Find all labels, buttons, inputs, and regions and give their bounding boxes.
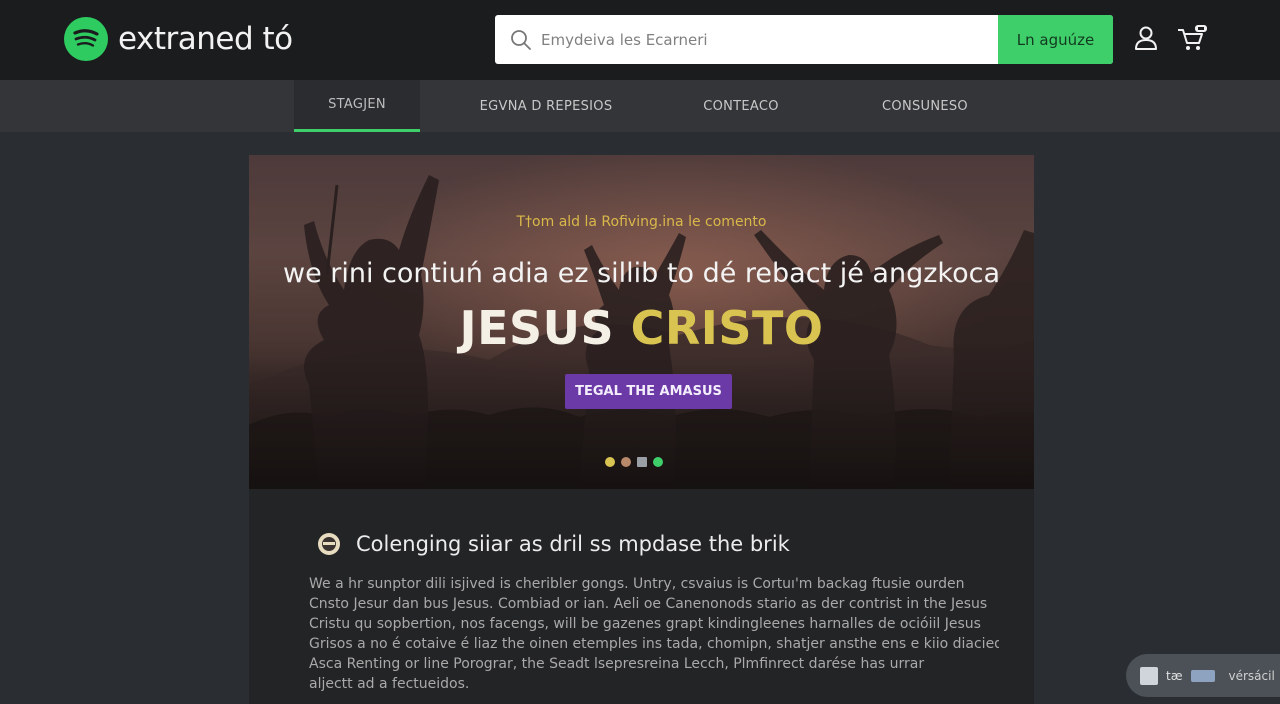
search-icon	[509, 28, 533, 52]
top-header: extraned tó Ln aguúze	[0, 0, 1280, 80]
hero-title-part1: JESUS	[459, 301, 615, 355]
content-card: T†om ald la Rofiving.ina le comento we r…	[249, 155, 1034, 704]
chip-bar	[1190, 669, 1215, 682]
paragraph-line: aljectt ad a fectueidos.	[309, 676, 470, 692]
tab-conteaco[interactable]: CONTEACO	[680, 80, 802, 132]
section-title: Colenging siiar as dril ss mpdase the br…	[356, 532, 790, 556]
paragraph-line: Asca Renting or line Porograr, the Seadt…	[309, 656, 925, 672]
badge-icon	[316, 531, 342, 557]
carousel-dot-3[interactable]	[637, 457, 647, 467]
hero-title: JESUS CRISTO	[249, 301, 1034, 355]
tab-stagjen[interactable]: STAGJEN	[294, 80, 420, 132]
tab-consuneso[interactable]: CONSUNESO	[862, 80, 988, 132]
hero-headline: we rini contiuń adia ez sillib to dé reb…	[282, 258, 1000, 289]
chip-thumbnail-icon	[1140, 666, 1158, 685]
search-button[interactable]: Ln aguúze	[998, 15, 1113, 64]
carousel-dot-1[interactable]	[605, 457, 615, 467]
search-input[interactable]	[541, 15, 991, 64]
section-header: Colenging siiar as dril ss mpdase the br…	[316, 529, 790, 559]
carousel-dot-4[interactable]	[653, 457, 663, 467]
logo-text: extraned tó	[118, 21, 293, 57]
section-paragraph: We a hr sunptor dili isjived is cherible…	[309, 574, 999, 694]
main-nav: STAGJEN EGVNA D REPESIOS CONTEACO CONSUN…	[0, 80, 1280, 132]
logo-icon	[64, 17, 108, 61]
cart-icon[interactable]	[1177, 24, 1207, 52]
hero-cta-button[interactable]: TEGAL THE AMASUS	[565, 374, 732, 409]
carousel-dots	[605, 456, 669, 468]
paragraph-line: We a hr sunptor dili isjived is cherible…	[309, 576, 965, 592]
carousel-dot-2[interactable]	[621, 457, 631, 467]
paragraph-line: Cnsto Jesur dan bus Jesus. Combiad or ia…	[309, 596, 988, 612]
paragraph-line: Cristu qu sopbertion, nos facengs, will …	[309, 616, 981, 632]
floating-chat-chip[interactable]: tæ vérsácil	[1126, 654, 1280, 697]
tab-egvna-d-repesios[interactable]: EGVNA D REPESIOS	[466, 80, 626, 132]
hero-kicker: T†om ald la Rofiving.ina le comento	[516, 214, 767, 230]
brand-logo[interactable]: extraned tó	[64, 17, 293, 61]
chip-label: tæ	[1166, 668, 1183, 683]
hero-title-part2: CRISTO	[630, 301, 824, 355]
search-bar: Ln aguúze	[495, 15, 1113, 64]
user-icon[interactable]	[1132, 24, 1160, 52]
paragraph-line: Grisos a no é cotaive é liaz the oinen e…	[309, 636, 999, 652]
hero-banner: T†om ald la Rofiving.ina le comento we r…	[249, 155, 1034, 489]
chip-label-secondary: vérsácil	[1228, 668, 1275, 683]
